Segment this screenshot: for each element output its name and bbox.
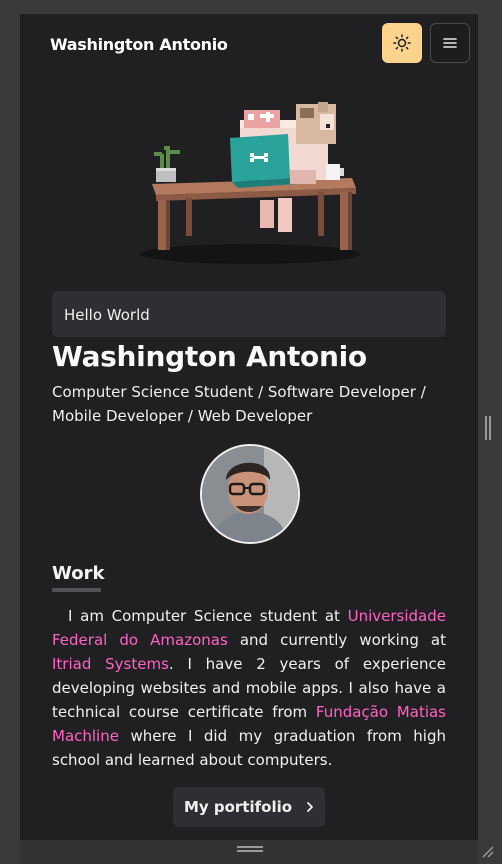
resize-corner-icon[interactable] [480, 844, 494, 858]
profile-roles: Computer Science Student / Software Deve… [52, 383, 426, 425]
hero-illustration [140, 102, 360, 264]
portfolio-button-label: My portifolio [183, 798, 293, 816]
theme-toggle-button[interactable] [382, 23, 422, 63]
chevron-right-icon [307, 802, 313, 812]
profile-name: Washington Antonio [52, 340, 367, 373]
hello-text: Hello World [64, 306, 150, 324]
page-frame: Washington Antonio Hello World Washingto… [20, 14, 478, 840]
vertical-resize-handle[interactable] [485, 416, 491, 440]
work-text-2: and currently working at [227, 631, 446, 649]
link-company[interactable]: Itriad Systems [52, 655, 169, 673]
avatar-photo [202, 446, 298, 542]
work-text-1: I am Computer Science student at [68, 607, 348, 625]
bottom-resize-bar [20, 840, 478, 864]
menu-button[interactable] [430, 23, 470, 63]
avatar [200, 444, 300, 544]
hamburger-icon [443, 38, 457, 48]
work-heading: Work [52, 563, 105, 584]
brand-name[interactable]: Washington Antonio [50, 35, 228, 54]
portfolio-button[interactable]: My portifolio [173, 787, 325, 827]
hello-banner: Hello World [52, 291, 446, 337]
work-paragraph: I am Computer Science student at Univers… [52, 604, 446, 772]
work-heading-underline [52, 588, 101, 592]
navbar: Washington Antonio [20, 14, 478, 74]
sun-icon [393, 34, 411, 52]
horizontal-resize-handle[interactable] [237, 846, 263, 852]
